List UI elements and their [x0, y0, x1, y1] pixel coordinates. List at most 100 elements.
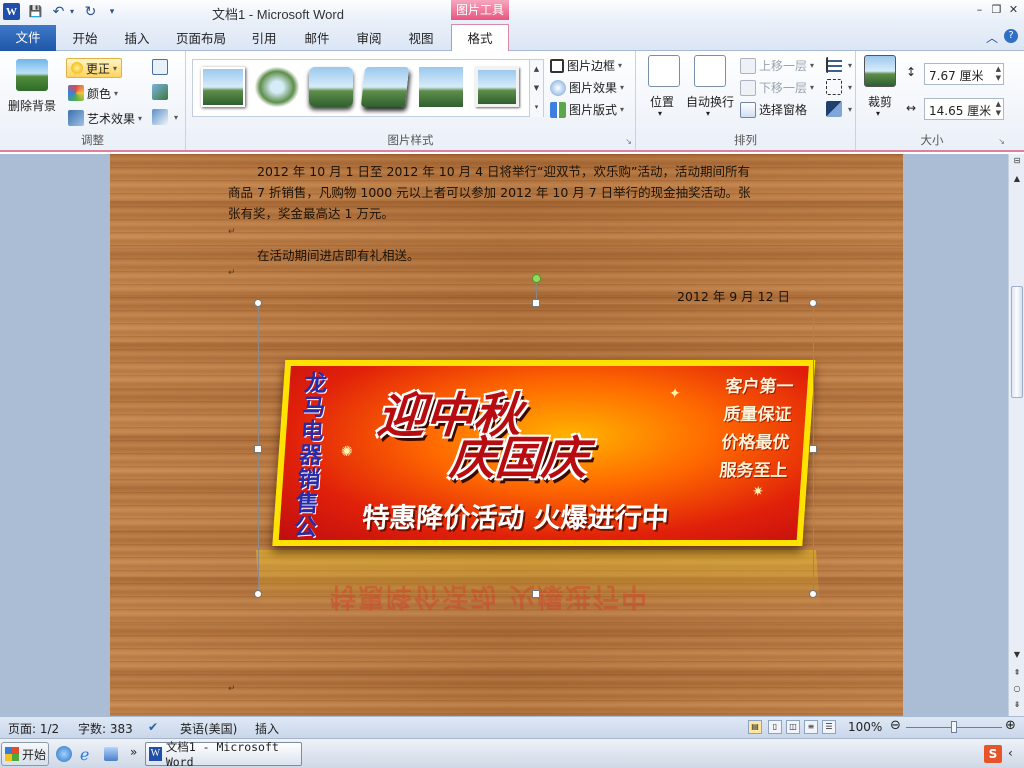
zoom-out-icon[interactable]: ⊖	[890, 718, 901, 733]
spinner-arrows-icon[interactable]: ▲ ▼	[996, 100, 1001, 118]
picture-styles-gallery[interactable]: ▲ ▼ ▾	[192, 59, 544, 117]
print-layout-view-icon[interactable]: ▤	[748, 720, 762, 734]
picture-layout-button[interactable]: 图片版式 ▾	[550, 101, 624, 118]
style-thumb-perspective[interactable]	[360, 67, 410, 107]
vertical-scrollbar[interactable]: ⊟ ▲ ▼ ⇞ ○ ⇟	[1008, 154, 1024, 716]
resize-handle-top-left[interactable]	[254, 299, 262, 307]
minimize-ribbon-icon[interactable]: ︿	[986, 29, 998, 46]
body-line-3[interactable]: 张有奖，奖金最高达 1 万元。	[228, 203, 394, 222]
minimize-button[interactable]: –	[972, 3, 987, 17]
send-backward-button[interactable]: 下移一层 ▾	[740, 79, 814, 96]
save-icon[interactable]: 💾	[27, 3, 44, 20]
next-page-icon[interactable]: ⇟	[1009, 700, 1024, 714]
gallery-more-icon[interactable]: ▾	[529, 98, 543, 117]
change-picture-button[interactable]	[152, 84, 171, 100]
tab-home[interactable]: 开始	[64, 28, 106, 51]
height-spinner[interactable]: 7.67 厘米 ▲ ▼	[924, 63, 1004, 85]
resize-handle-bottom-right[interactable]	[809, 590, 817, 598]
ruler-toggle-icon[interactable]: ⊟	[1009, 156, 1024, 170]
redo-icon[interactable]: ↻	[82, 3, 99, 20]
resize-handle-top-right[interactable]	[809, 299, 817, 307]
width-spinner[interactable]: 14.65 厘米 ▲ ▼	[924, 98, 1004, 120]
color-label: 颜色	[87, 86, 112, 101]
reset-picture-button[interactable]: ▾	[152, 109, 178, 125]
zoom-in-icon[interactable]: ⊕	[1005, 718, 1016, 733]
browse-object-icon[interactable]: ○	[1009, 684, 1024, 698]
taskbar-overflow-icon[interactable]: »	[130, 745, 137, 759]
input-method-icon[interactable]: S	[984, 745, 1002, 763]
tray-expand-icon[interactable]: ‹	[1008, 746, 1013, 760]
media-player-icon[interactable]	[104, 747, 118, 761]
corrections-button[interactable]: 更正 ▾	[66, 58, 123, 78]
picture-border-button[interactable]: 图片边框 ▾	[550, 57, 622, 74]
web-layout-icon[interactable]: ◫	[786, 720, 800, 734]
tab-review[interactable]: 审阅	[348, 28, 390, 51]
tab-file[interactable]: 文件	[0, 25, 56, 51]
undo-icon[interactable]: ↶	[50, 3, 67, 20]
show-desktop-icon[interactable]	[56, 746, 72, 762]
tab-insert[interactable]: 插入	[116, 28, 158, 51]
resize-handle-left[interactable]	[254, 445, 262, 453]
word-count[interactable]: 字数: 383	[78, 720, 133, 737]
remove-background-button[interactable]: 删除背景	[4, 57, 60, 113]
selection-pane-button[interactable]: 选择窗格	[740, 101, 807, 118]
insert-mode-indicator[interactable]: 插入	[255, 720, 279, 737]
help-icon[interactable]: ?	[1004, 29, 1018, 43]
gallery-scroll-up-icon[interactable]: ▲	[529, 60, 543, 79]
scroll-thumb[interactable]	[1011, 286, 1023, 398]
gallery-scroll-down-icon[interactable]: ▼	[529, 79, 543, 98]
picture-selection-frame[interactable]	[258, 303, 814, 594]
word-app-icon[interactable]: W	[3, 3, 20, 20]
style-thumb-simple-frame[interactable]	[201, 67, 245, 107]
close-button[interactable]: ✕	[1006, 3, 1021, 17]
picture-effects-button[interactable]: 图片效果 ▾	[550, 79, 624, 96]
rotate-handle[interactable]	[532, 274, 541, 283]
full-screen-reading-icon[interactable]: ▯	[768, 720, 782, 734]
tab-mailings[interactable]: 邮件	[296, 28, 338, 51]
resize-handle-bottom-left[interactable]	[254, 590, 262, 598]
body-line-2[interactable]: 商品 7 折销售，凡购物 1000 元以上者可以参加 2012 年 10 月 7…	[228, 182, 751, 201]
rotate-button[interactable]: ▾	[826, 101, 852, 117]
style-thumb-white-border[interactable]	[475, 67, 519, 107]
outline-view-icon[interactable]: ≡	[804, 720, 818, 734]
zoom-level[interactable]: 100%	[848, 720, 882, 734]
compress-pictures-button[interactable]	[152, 59, 171, 75]
crop-button[interactable]: 裁剪 ▾	[862, 55, 898, 119]
group-objects-button[interactable]: ▾	[826, 79, 852, 95]
style-thumb-reflected[interactable]	[419, 67, 463, 107]
undo-dropdown-icon[interactable]: ▾	[67, 3, 77, 20]
internet-explorer-icon[interactable]: ℯ	[80, 745, 89, 764]
tab-page-layout[interactable]: 页面布局	[170, 28, 232, 51]
spinner-arrows-icon[interactable]: ▲ ▼	[996, 65, 1001, 83]
customize-quick-access-icon[interactable]: ▾	[106, 3, 118, 20]
proofing-icon[interactable]: ✔	[148, 720, 158, 734]
bring-forward-button[interactable]: 上移一层 ▾	[740, 57, 814, 74]
wrap-text-button[interactable]: 自动换行 ▾	[684, 55, 736, 119]
taskbar-word-window[interactable]: W 文档1 - Microsoft Word	[145, 740, 302, 768]
language-indicator[interactable]: 英语(美国)	[180, 720, 237, 737]
align-button[interactable]: ▾	[826, 57, 852, 73]
previous-page-icon[interactable]: ⇞	[1009, 668, 1024, 682]
color-button[interactable]: 颜色 ▾	[68, 83, 118, 103]
page-count[interactable]: 页面: 1/2	[8, 720, 59, 737]
dialog-launcher-icon[interactable]: ↘	[625, 137, 632, 146]
scroll-down-icon[interactable]: ▼	[1009, 650, 1024, 664]
draft-view-icon[interactable]: ☰	[822, 720, 836, 734]
tab-format[interactable]: 格式	[451, 24, 509, 52]
restore-button[interactable]: ❐	[989, 3, 1004, 17]
tab-view[interactable]: 视图	[400, 28, 442, 51]
dialog-launcher-icon[interactable]: ↘	[998, 137, 1005, 146]
start-button[interactable]: 开始	[1, 742, 49, 766]
style-thumb-rounded-shadow[interactable]	[309, 67, 353, 107]
tab-references[interactable]: 引用	[243, 28, 285, 51]
resize-handle-top[interactable]	[532, 299, 540, 307]
artistic-effects-button[interactable]: 艺术效果 ▾	[68, 108, 142, 128]
scroll-up-icon[interactable]: ▲	[1009, 174, 1024, 188]
resize-handle-bottom[interactable]	[532, 590, 540, 598]
body-line-1[interactable]: 2012 年 10 月 1 日至 2012 年 10 月 4 日将举行“迎双节，…	[257, 161, 750, 180]
zoom-slider-thumb[interactable]	[951, 721, 957, 733]
resize-handle-right[interactable]	[809, 445, 817, 453]
position-button[interactable]: 位置 ▾	[644, 55, 680, 119]
body-line-4[interactable]: 在活动期间进店即有礼相送。	[257, 245, 420, 264]
style-thumb-soft-oval[interactable]	[255, 67, 299, 107]
